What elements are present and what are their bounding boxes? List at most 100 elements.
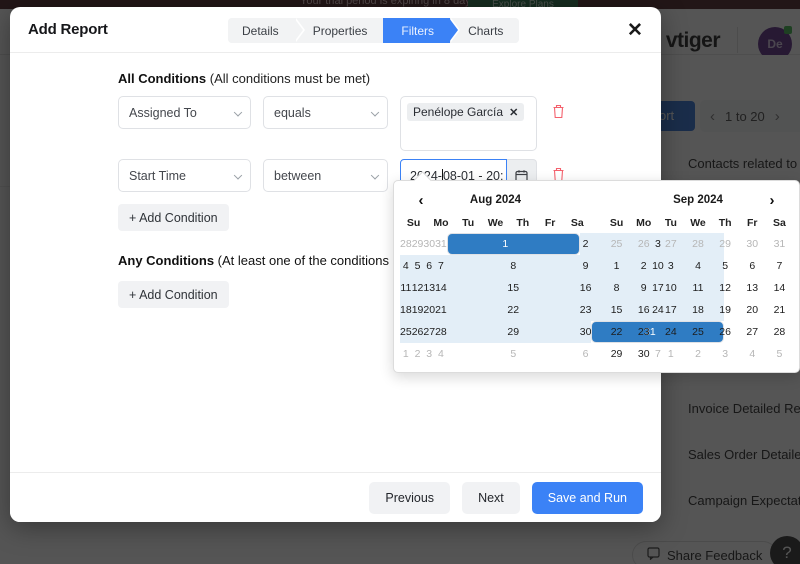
calendar-day[interactable]: 4 xyxy=(684,255,711,277)
calendar-day[interactable]: 26 xyxy=(630,233,657,255)
tab-charts[interactable]: Charts xyxy=(450,18,519,43)
calendar-day[interactable]: 18 xyxy=(684,299,711,321)
calendar-day[interactable]: 4 xyxy=(435,343,447,365)
calendar-day[interactable]: 5 xyxy=(766,343,793,365)
calendar-day[interactable]: 22 xyxy=(603,321,630,343)
calendar-day[interactable]: 16 xyxy=(580,277,592,299)
calendar-day[interactable]: 29 xyxy=(412,233,424,255)
value-token[interactable]: Penélope García ✕ xyxy=(407,103,524,121)
calendar-day[interactable]: 31 xyxy=(435,233,447,255)
calendar-day[interactable]: 1 xyxy=(400,343,412,365)
add-condition-button-all[interactable]: + Add Condition xyxy=(118,204,229,231)
calendar-day[interactable]: 25 xyxy=(400,321,412,343)
calendar-day[interactable]: 30 xyxy=(423,233,435,255)
close-icon[interactable]: ✕ xyxy=(623,18,647,42)
calendar-day[interactable]: 15 xyxy=(447,277,580,299)
calendar-day[interactable]: 31 xyxy=(766,233,793,255)
calendar-day[interactable]: 3 xyxy=(712,343,739,365)
calendar-day[interactable]: 3 xyxy=(423,343,435,365)
calendar-day[interactable]: 11 xyxy=(400,277,412,299)
calendar-day[interactable]: 4 xyxy=(739,343,766,365)
operator-select-2[interactable]: between xyxy=(263,159,388,192)
tab-details[interactable]: Details xyxy=(228,18,295,43)
calendar-day[interactable]: 14 xyxy=(435,277,447,299)
tab-filters[interactable]: Filters xyxy=(383,18,450,43)
calendar-day[interactable]: 12 xyxy=(712,277,739,299)
calendar-day[interactable]: 23 xyxy=(580,299,592,321)
operator-select-2-value: between xyxy=(274,169,321,183)
field-select-2[interactable]: Start Time xyxy=(118,159,251,192)
calendar-day[interactable]: 24 xyxy=(657,321,684,343)
field-select-1[interactable]: Assigned To xyxy=(118,96,251,129)
calendar-day[interactable]: 5 xyxy=(447,343,580,365)
calendar-day[interactable]: 14 xyxy=(766,277,793,299)
calendar-day[interactable]: 26 xyxy=(712,321,739,343)
calendar-day[interactable]: 27 xyxy=(657,233,684,255)
calendar-day[interactable]: 2 xyxy=(630,255,657,277)
calendar-dow-label: Su xyxy=(400,217,427,229)
calendar-day[interactable]: 13 xyxy=(423,277,435,299)
calendar-day[interactable]: 21 xyxy=(435,299,447,321)
calendar-day[interactable]: 7 xyxy=(766,255,793,277)
calendar-day[interactable]: 1 xyxy=(657,343,684,365)
calendar-day[interactable]: 30 xyxy=(580,321,592,343)
value-token-input-1[interactable]: Penélope García ✕ xyxy=(400,96,537,151)
calendar-day[interactable]: 25 xyxy=(603,233,630,255)
calendar-day[interactable]: 30 xyxy=(739,233,766,255)
calendar-day[interactable]: 21 xyxy=(766,299,793,321)
next-button[interactable]: Next xyxy=(462,482,520,514)
calendar-day[interactable]: 20 xyxy=(739,299,766,321)
calendar-day[interactable]: 5 xyxy=(412,255,424,277)
calendar-day[interactable]: 1 xyxy=(603,255,630,277)
calendar-day[interactable]: 30 xyxy=(630,343,657,365)
calendar-day[interactable]: 9 xyxy=(630,277,657,299)
calendar-day[interactable]: 6 xyxy=(739,255,766,277)
calendar-day[interactable]: 10 xyxy=(657,277,684,299)
calendar-day[interactable]: 28 xyxy=(435,321,447,343)
calendar-day[interactable]: 28 xyxy=(400,233,412,255)
calendar-day[interactable]: 6 xyxy=(423,255,435,277)
calendar-day[interactable]: 20 xyxy=(423,299,435,321)
calendar-day[interactable]: 9 xyxy=(580,255,592,277)
calendar-day[interactable]: 18 xyxy=(400,299,412,321)
calendar-day[interactable]: 29 xyxy=(603,343,630,365)
calendar-day[interactable]: 23 xyxy=(630,321,657,343)
delete-condition-button-1[interactable] xyxy=(549,96,567,126)
calendar-day[interactable]: 15 xyxy=(603,299,630,321)
calendar-day[interactable]: 8 xyxy=(447,255,580,277)
calendar-day[interactable]: 2 xyxy=(412,343,424,365)
calendar-day[interactable]: 4 xyxy=(400,255,412,277)
calendar-day[interactable]: 2 xyxy=(580,233,592,255)
calendar-day[interactable]: 26 xyxy=(412,321,424,343)
calendar-day[interactable]: 8 xyxy=(603,277,630,299)
save-and-run-button[interactable]: Save and Run xyxy=(532,482,643,514)
calendar-day[interactable]: 27 xyxy=(423,321,435,343)
calendar-prev-icon[interactable]: ‹ xyxy=(412,191,430,209)
calendar-day[interactable]: 13 xyxy=(739,277,766,299)
remove-token-icon[interactable]: ✕ xyxy=(509,106,518,119)
calendar-day[interactable]: 28 xyxy=(766,321,793,343)
calendar-day[interactable]: 7 xyxy=(435,255,447,277)
calendar-day[interactable]: 17 xyxy=(657,299,684,321)
tab-properties[interactable]: Properties xyxy=(295,18,384,43)
calendar-day[interactable]: 19 xyxy=(712,299,739,321)
operator-select-1[interactable]: equals xyxy=(263,96,388,129)
calendar-day[interactable]: 2 xyxy=(684,343,711,365)
calendar-day[interactable]: 25 xyxy=(684,321,711,343)
calendar-day[interactable]: 6 xyxy=(580,343,592,365)
calendar-day[interactable]: 1 xyxy=(447,233,580,255)
calendar-day[interactable]: 19 xyxy=(412,299,424,321)
calendar-day[interactable]: 16 xyxy=(630,299,657,321)
add-condition-button-any[interactable]: + Add Condition xyxy=(118,281,229,308)
calendar-day[interactable]: 29 xyxy=(712,233,739,255)
calendar-day[interactable]: 28 xyxy=(684,233,711,255)
calendar-day[interactable]: 27 xyxy=(739,321,766,343)
calendar-next-icon[interactable]: › xyxy=(763,191,781,209)
calendar-day[interactable]: 12 xyxy=(412,277,424,299)
calendar-day[interactable]: 22 xyxy=(447,299,580,321)
calendar-day[interactable]: 11 xyxy=(684,277,711,299)
calendar-day[interactable]: 5 xyxy=(712,255,739,277)
calendar-day[interactable]: 3 xyxy=(657,255,684,277)
calendar-day[interactable]: 29 xyxy=(447,321,580,343)
previous-button[interactable]: Previous xyxy=(369,482,450,514)
